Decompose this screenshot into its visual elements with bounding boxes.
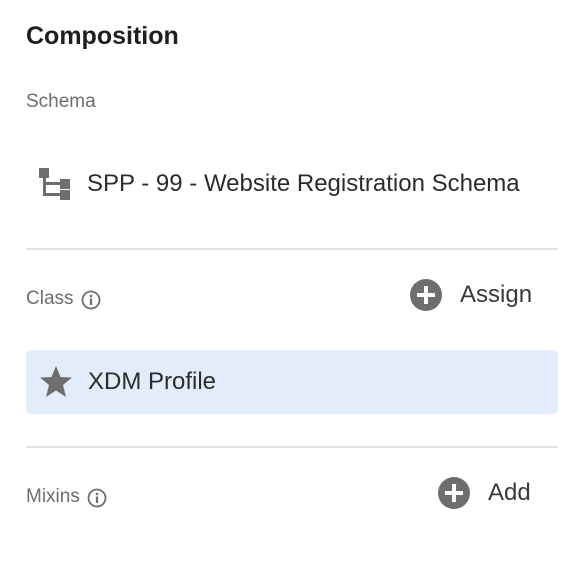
assign-button-label: Assign [460,281,533,308]
add-mixin-button[interactable]: Add [438,477,531,509]
add-circle-icon [410,279,442,311]
add-button-label: Add [488,479,531,506]
star-icon [38,364,74,400]
class-item-xdm-profile[interactable]: XDM Profile [26,350,558,414]
class-item-label: XDM Profile [88,368,217,395]
mixins-section-label: Mixins [26,486,80,507]
panel-title: Composition [26,22,179,50]
mixins-label-row: Mixins [26,486,107,508]
divider [26,248,558,250]
divider [26,446,558,448]
class-section-label: Class [26,288,74,309]
info-icon[interactable] [87,488,107,508]
composition-panel: Composition Schema SPP - 99 - Website Re… [0,0,578,568]
info-icon[interactable] [81,290,101,310]
assign-class-button[interactable]: Assign [410,279,532,311]
schema-section-label: Schema [26,91,96,112]
schema-tree-icon [38,167,72,201]
schema-name: SPP - 99 - Website Registration Schema [87,170,520,197]
class-label-row: Class [26,288,101,310]
add-circle-icon [438,477,470,509]
schema-item[interactable]: SPP - 99 - Website Registration Schema [38,166,520,202]
